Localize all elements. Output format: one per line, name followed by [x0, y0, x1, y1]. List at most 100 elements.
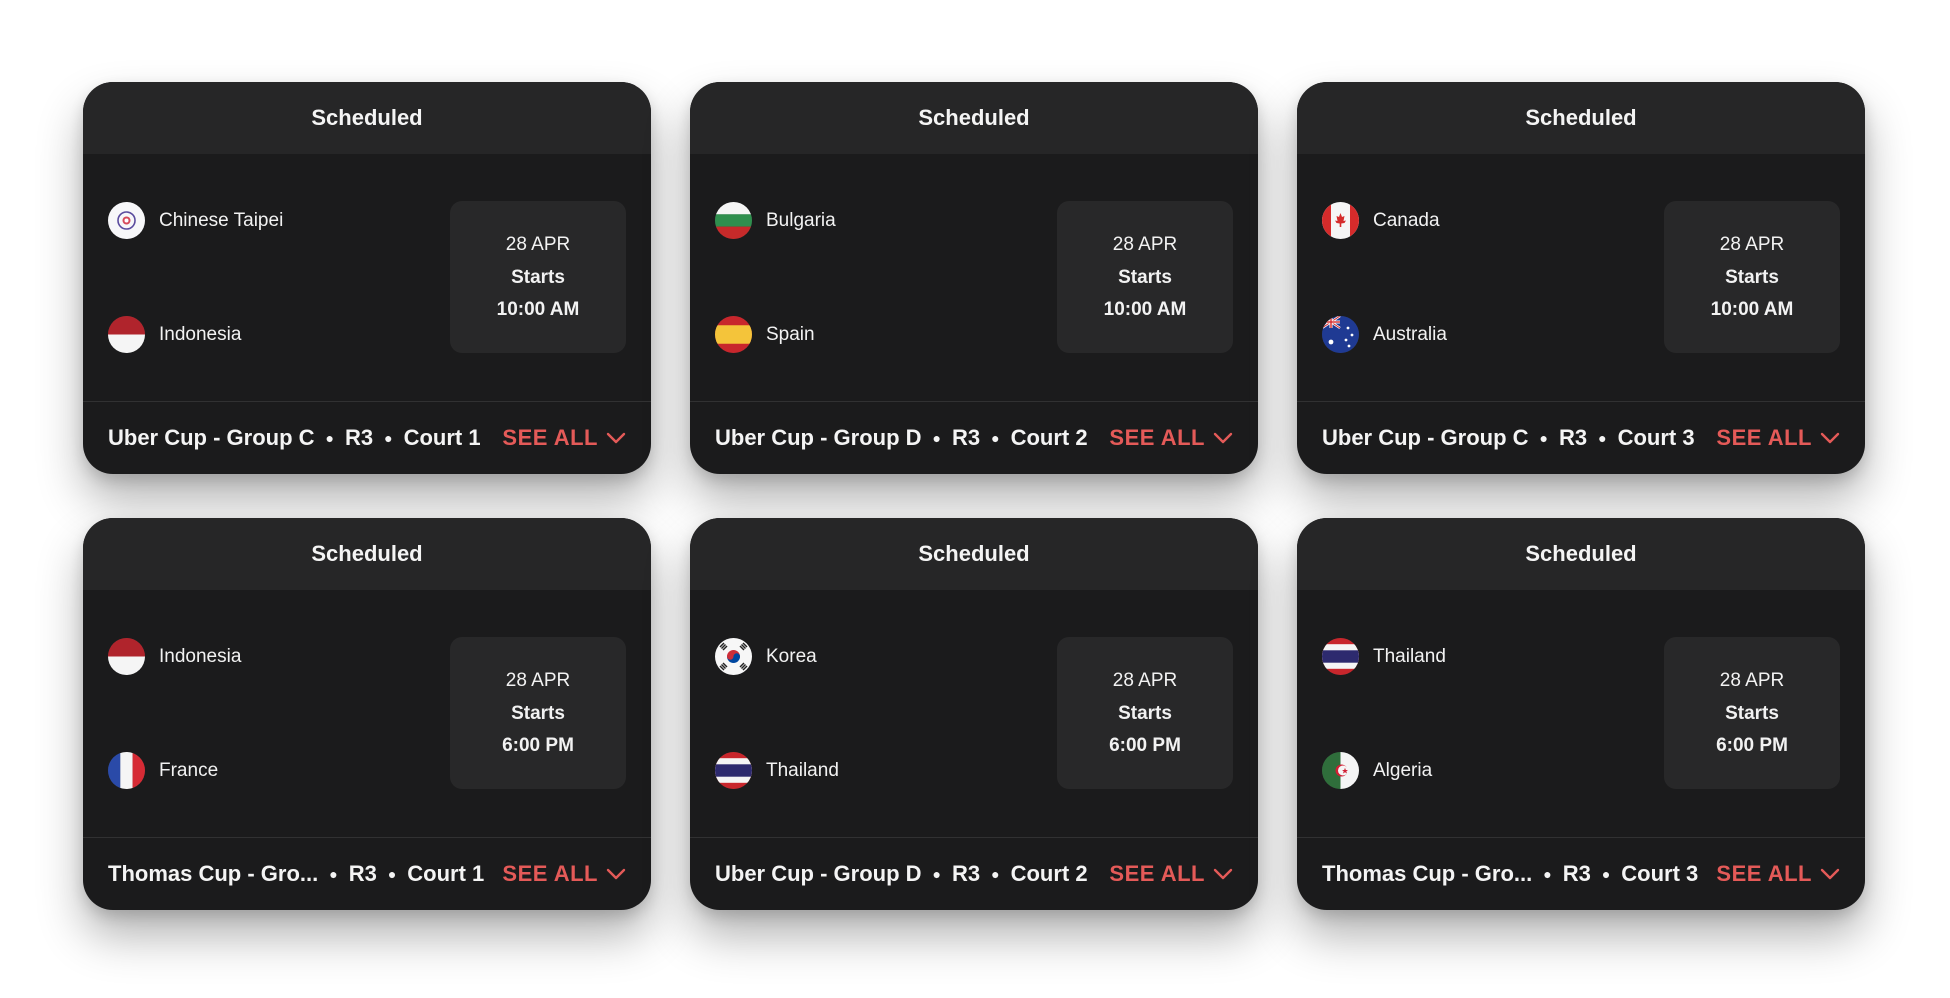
korea-flag-icon	[715, 638, 752, 675]
match-date: 28 APR	[505, 233, 571, 255]
competition-label: Thomas Cup - Gro...	[1322, 861, 1533, 886]
match-footer: Thomas Cup - Gro... ● R3 ● Court 3 SEE A…	[1297, 838, 1865, 910]
match-status: Scheduled	[690, 82, 1258, 154]
chevron-down-icon	[1820, 432, 1840, 444]
round-label: R3	[952, 425, 981, 450]
team-name: Thailand	[1373, 645, 1446, 667]
see-all-button[interactable]: SEE ALL	[1109, 861, 1233, 887]
separator-dot: ●	[1601, 866, 1611, 882]
france-flag-icon	[108, 752, 145, 789]
match-time-box: 28 APR Starts 10:00 AM	[450, 201, 626, 353]
see-all-button[interactable]: SEE ALL	[1109, 425, 1233, 451]
round-label: R3	[1559, 425, 1588, 450]
match-card[interactable]: Scheduled Thailand Algeria 28 APR Starts…	[1297, 518, 1865, 910]
team-name: Thailand	[766, 759, 839, 781]
separator-dot: ●	[1543, 866, 1552, 882]
team-name: Chinese Taipei	[159, 209, 284, 231]
team-away[interactable]: France	[108, 752, 218, 789]
team-away[interactable]: Algeria	[1322, 752, 1432, 789]
team-away[interactable]: Thailand	[715, 752, 839, 789]
algeria-flag-icon	[1322, 752, 1359, 789]
starts-label: Starts	[1118, 266, 1172, 288]
match-footer: Uber Cup - Group D ● R3 ● Court 2 SEE AL…	[690, 402, 1258, 474]
match-time-box: 28 APR Starts 6:00 PM	[1057, 637, 1233, 789]
match-date: 28 APR	[1112, 233, 1178, 255]
chinese-taipei-flag-icon	[108, 202, 145, 239]
see-all-label: SEE ALL	[1109, 425, 1205, 450]
team-home[interactable]: Bulgaria	[715, 202, 836, 239]
starts-label: Starts	[1725, 702, 1779, 724]
chevron-down-icon	[606, 432, 626, 444]
separator-dot: ●	[932, 430, 942, 446]
match-card[interactable]: Scheduled Canada Australia 28 APR Starts…	[1297, 82, 1865, 474]
match-time-box: 28 APR Starts 6:00 PM	[450, 637, 626, 789]
see-all-button[interactable]: SEE ALL	[502, 861, 626, 887]
team-home[interactable]: Korea	[715, 638, 817, 675]
team-home[interactable]: Indonesia	[108, 638, 241, 675]
team-away[interactable]: Indonesia	[108, 316, 241, 353]
court-label: Court 3	[1621, 861, 1699, 886]
match-date: 28 APR	[1719, 233, 1785, 255]
spain-flag-icon	[715, 316, 752, 353]
round-label: R3	[348, 861, 377, 886]
round-label: R3	[1562, 861, 1591, 886]
starts-label: Starts	[511, 702, 565, 724]
australia-flag-icon	[1322, 316, 1359, 353]
team-home[interactable]: Chinese Taipei	[108, 202, 283, 239]
match-card[interactable]: Scheduled Indonesia France 28 APR Starts…	[83, 518, 651, 910]
separator-dot: ●	[387, 866, 397, 882]
match-meta: Uber Cup - Group D ● R3 ● Court 2	[715, 861, 1088, 887]
team-name: Bulgaria	[766, 209, 836, 231]
match-status: Scheduled	[1297, 518, 1865, 590]
court-label: Court 3	[1617, 425, 1695, 450]
round-label: R3	[345, 425, 374, 450]
match-meta: Thomas Cup - Gro... ● R3 ● Court 1	[108, 861, 484, 887]
match-body: Indonesia France 28 APR Starts 6:00 PM	[83, 590, 651, 838]
court-label: Court 1	[403, 425, 481, 450]
match-body: Bulgaria Spain 28 APR Starts 10:00 AM	[690, 154, 1258, 402]
match-body: Canada Australia 28 APR Starts 10:00 AM	[1297, 154, 1865, 402]
round-label: R3	[952, 861, 981, 886]
see-all-button[interactable]: SEE ALL	[502, 425, 626, 451]
starts-label: Starts	[1118, 702, 1172, 724]
separator-dot: ●	[932, 866, 942, 882]
chevron-down-icon	[1820, 868, 1840, 880]
team-name: Korea	[766, 645, 817, 667]
separator-dot: ●	[384, 430, 393, 446]
match-body: Chinese Taipei Indonesia 28 APR Starts 1…	[83, 154, 651, 402]
team-away[interactable]: Australia	[1322, 316, 1447, 353]
match-card[interactable]: Scheduled Bulgaria Spain 28 APR Starts 1…	[690, 82, 1258, 474]
match-footer: Thomas Cup - Gro... ● R3 ● Court 1 SEE A…	[83, 838, 651, 910]
see-all-label: SEE ALL	[1716, 861, 1812, 886]
match-time-box: 28 APR Starts 10:00 AM	[1057, 201, 1233, 353]
match-card[interactable]: Scheduled Korea Thailand 28 APR Starts 6…	[690, 518, 1258, 910]
match-time-box: 28 APR Starts 10:00 AM	[1664, 201, 1840, 353]
chevron-down-icon	[1213, 868, 1233, 880]
separator-dot: ●	[991, 866, 1000, 882]
court-label: Court 2	[1010, 425, 1088, 450]
match-time: 10:00 AM	[496, 298, 580, 320]
team-home[interactable]: Thailand	[1322, 638, 1446, 675]
match-card[interactable]: Scheduled Chinese Taipei Indonesia 28 AP…	[83, 82, 651, 474]
team-home[interactable]: Canada	[1322, 202, 1440, 239]
chevron-down-icon	[1213, 432, 1233, 444]
match-time: 6:00 PM	[502, 734, 574, 756]
match-status: Scheduled	[690, 518, 1258, 590]
court-label: Court 2	[1010, 861, 1088, 886]
see-all-label: SEE ALL	[1109, 861, 1205, 886]
see-all-button[interactable]: SEE ALL	[1716, 861, 1840, 887]
see-all-button[interactable]: SEE ALL	[1716, 425, 1840, 451]
match-meta: Uber Cup - Group C ● R3 ● Court 3	[1322, 425, 1695, 451]
match-time: 6:00 PM	[1109, 734, 1181, 756]
separator-dot: ●	[1598, 430, 1607, 446]
competition-label: Uber Cup - Group D	[715, 861, 922, 886]
match-status: Scheduled	[83, 518, 651, 590]
team-away[interactable]: Spain	[715, 316, 815, 353]
competition-label: Uber Cup - Group C	[108, 425, 315, 450]
separator-dot: ●	[1539, 430, 1549, 446]
match-date: 28 APR	[505, 669, 571, 691]
chevron-down-icon	[606, 868, 626, 880]
see-all-label: SEE ALL	[1716, 425, 1812, 450]
separator-dot: ●	[991, 430, 1000, 446]
court-label: Court 1	[407, 861, 485, 886]
